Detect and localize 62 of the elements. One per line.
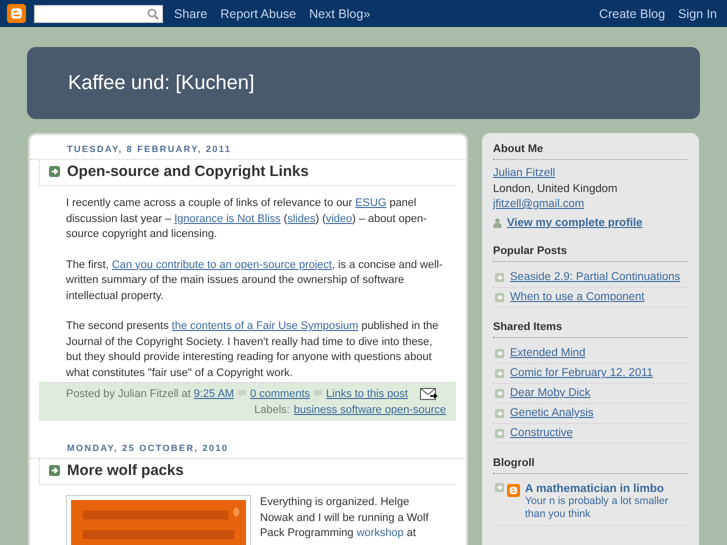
- blogger-logo-icon: [507, 484, 520, 497]
- email-icon[interactable]: [420, 388, 438, 400]
- sidebar-link[interactable]: Genetic Analysis: [510, 407, 594, 419]
- bullet-arrow-icon: [495, 348, 504, 358]
- post-paragraph: The second presents the contents of a Fair Use Symposium published in the Journal of the Copyright Society. I haven't really had time to dive into these, but they should provide interesting reading for anyone with questions about what constitutes "fair use" of a Copyright work.: [66, 319, 440, 380]
- bullet-arrow-icon: [495, 292, 504, 302]
- arrow-icon: [49, 166, 60, 177]
- profile-link[interactable]: View my complete profile: [507, 216, 642, 231]
- link[interactable]: workshop: [356, 527, 404, 539]
- backlinks-link[interactable]: Links to this post: [326, 386, 408, 402]
- location-text: London, United Kingdom: [493, 182, 618, 196]
- navbar-link[interactable]: Create Blog: [599, 6, 666, 20]
- blogger-logo-icon[interactable]: [7, 4, 26, 23]
- comments-link[interactable]: 0 comments: [250, 386, 310, 402]
- post-date: TUESDAY, 8 FEBRUARY, 2011: [66, 144, 232, 154]
- arrow-icon: [49, 465, 60, 476]
- sidebar-link[interactable]: Comic for February 12, 2011: [510, 367, 653, 379]
- labels-label: Labels:: [254, 403, 290, 418]
- sidebar-heading: Blogroll: [493, 457, 687, 474]
- blogroll-snippet: Your n is probably a lot smaller than you think: [525, 495, 670, 521]
- link[interactable]: ESUG: [355, 197, 386, 209]
- email-link[interactable]: jfitzell@gmail.com: [493, 197, 584, 212]
- search-icon[interactable]: [147, 8, 159, 20]
- sidebar-link[interactable]: When to use a Component: [510, 291, 644, 303]
- link[interactable]: video: [326, 212, 352, 224]
- navbar-link[interactable]: Sign In: [678, 6, 717, 20]
- comment-icon: [237, 389, 248, 399]
- post-date: MONDAY, 25 OCTOBER, 2010: [66, 443, 230, 453]
- navbar-link[interactable]: Next Blog»: [309, 6, 370, 20]
- sidebar-link[interactable]: Extended Mind: [510, 347, 586, 359]
- sidebar-heading: About Me: [493, 143, 687, 160]
- bullet-arrow-icon: [495, 368, 504, 378]
- post-paragraph: I recently came across a couple of links of relevance to our ESUG panel discussion last year – Ignorance is Not Bliss (slides) (video) – about open-source copyright and licensing.: [66, 196, 428, 242]
- person-icon: [493, 218, 502, 228]
- bullet-arrow-icon: [495, 388, 504, 398]
- posted-by-text: Posted by Julian Fitzell at: [66, 387, 191, 402]
- post-paragraph: The first, Can you contribute to an open-source project, is a concise and well-written summary of the main issues around the ownership of software intellectual property.: [66, 258, 444, 304]
- sidebar-link[interactable]: Dear Moby Dick: [510, 387, 590, 399]
- sidebar-heading: Popular Posts: [493, 245, 687, 262]
- bullet-arrow-icon: [495, 272, 504, 282]
- label-link[interactable]: business software open-source: [294, 402, 446, 418]
- link[interactable]: Can you contribute to an open-source project: [112, 258, 332, 270]
- navbar-link[interactable]: Report Abuse: [220, 6, 296, 20]
- bullet-arrow-icon: [495, 428, 504, 438]
- bullet-arrow-icon: [495, 483, 504, 492]
- search-field[interactable]: [34, 4, 163, 22]
- navbar-link[interactable]: Share: [174, 6, 208, 20]
- link[interactable]: Ignorance is Not Bliss: [174, 212, 281, 224]
- link[interactable]: slides: [287, 212, 316, 224]
- link[interactable]: the contents of a Fair Use Symposium: [172, 320, 358, 332]
- time-link[interactable]: 9:25 AM: [194, 386, 234, 402]
- post-paragraph: Everything is organized. Helge Nowak and I will be running a Wolf Pack Programming workshop at: [260, 495, 430, 541]
- bullet-arrow-icon: [495, 408, 504, 418]
- sidebar-link[interactable]: Constructive: [510, 427, 573, 439]
- sidebar-heading: Shared Items: [493, 321, 687, 338]
- post-title[interactable]: Open-source and Copyright Links: [67, 163, 309, 180]
- comment-icon: [313, 389, 324, 399]
- post-title[interactable]: More wolf packs: [67, 462, 184, 479]
- blog-title[interactable]: Kaffee und: [Kuchen]: [68, 72, 254, 94]
- profile-name-link[interactable]: Julian Fitzell: [493, 166, 556, 182]
- blogroll-link[interactable]: A mathematician in limbo: [525, 483, 675, 495]
- sidebar-link[interactable]: Seaside 2.9: Partial Continuations: [510, 271, 680, 283]
